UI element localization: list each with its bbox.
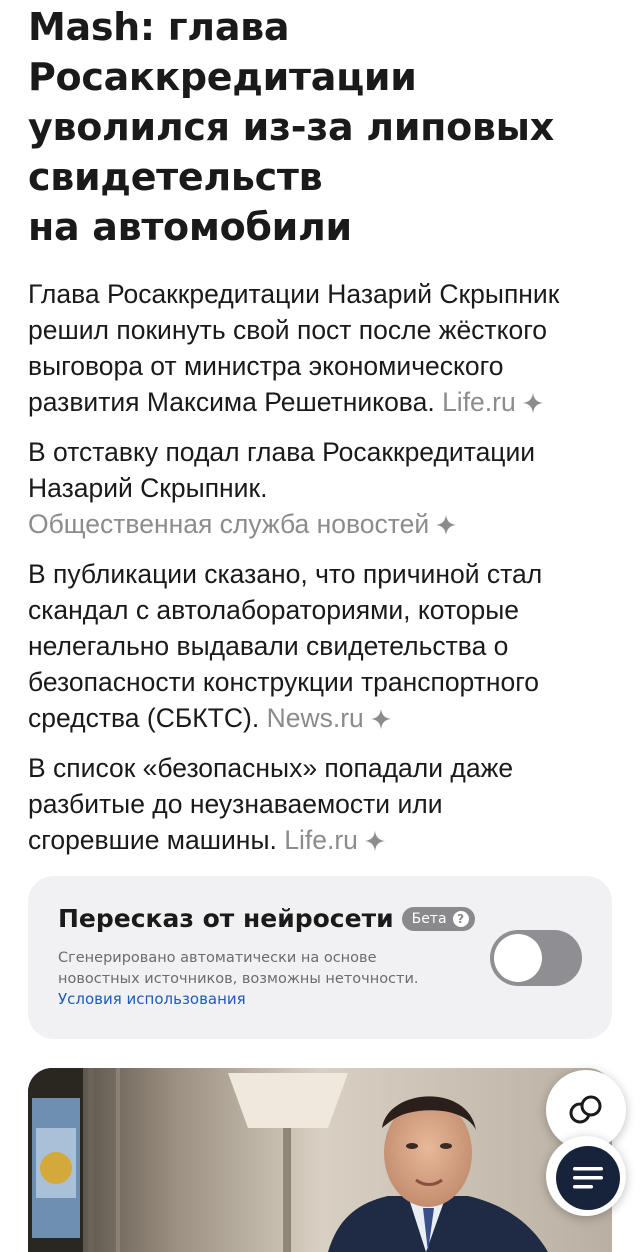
beta-badge[interactable]: Бета ? <box>401 906 475 931</box>
headline-line: Росаккредитации <box>28 55 417 99</box>
source-link[interactable]: Life.ru <box>442 387 544 417</box>
summary-paragraph: Глава Росаккредитации Назарий Скрыпник р… <box>28 276 612 420</box>
article-photo[interactable] <box>28 1068 612 1252</box>
sparkle-icon <box>370 708 391 730</box>
help-icon: ? <box>452 910 469 927</box>
source-link[interactable]: Life.ru <box>284 825 386 855</box>
paragraph-line: Назарий Скрыпник. <box>28 473 268 503</box>
beta-badge-label: Бета <box>411 910 447 927</box>
sparkle-icon <box>436 514 457 536</box>
headline-line: на автомобили <box>28 205 352 249</box>
paragraph-line: безопасности конструкции транспортного <box>28 667 540 697</box>
summary-paragraph: В отставку подал глава Росаккредитации Н… <box>28 434 612 542</box>
article-headline: Mash: глава Росаккредитации уволился из-… <box>0 0 640 252</box>
headline-line: уволился из-за липовых <box>28 105 554 149</box>
article-page: Mash: глава Росаккредитации уволился из-… <box>0 0 640 1252</box>
paragraph-line: скандал с автолабораториями, которые <box>28 595 520 625</box>
ai-disclaimer: Сгенерировано автоматически на основе но… <box>58 948 488 990</box>
menu-button[interactable] <box>556 1146 620 1210</box>
toggle-knob <box>494 934 542 982</box>
ai-retelling-toggle[interactable] <box>490 930 582 986</box>
paragraph-line: В отставку подал глава Росаккредитации <box>28 437 536 467</box>
source-link[interactable]: Общественная служба новостей <box>28 506 612 542</box>
paragraph-line: выговора от министра экономического <box>28 351 504 381</box>
paragraph-line: Глава Росаккредитации Назарий Скрыпник <box>28 279 560 309</box>
sparkle-icon <box>522 392 543 414</box>
disclaimer-line: Сгенерировано автоматически на основе <box>58 950 377 966</box>
headline-line: Mash: глава <box>28 5 290 49</box>
overlapping-circles-icon <box>569 1095 602 1124</box>
terms-of-use-link[interactable]: Условия использования <box>58 990 246 1008</box>
paragraph-line: решил покинуть свой пост после жёсткого <box>28 315 548 345</box>
paragraph-line: В публикации сказано, что причиной стал <box>28 559 543 589</box>
ai-retelling-card: Пересказ от нейросети Бета ? Сгенерирова… <box>28 876 612 1039</box>
article-photo-image <box>28 1068 612 1252</box>
summary-paragraph: В публикации сказано, что причиной стал … <box>28 556 612 736</box>
paragraph-line: средства (СБКТС). News.ru <box>28 700 612 736</box>
paragraph-line: развития Максима Решетникова. Life.ru <box>28 384 612 420</box>
ai-retelling-header: Пересказ от нейросети Бета ? <box>58 904 475 933</box>
hamburger-menu-icon <box>573 1167 603 1189</box>
paragraph-line: нелегально выдавали свидетельства о <box>28 631 509 661</box>
summary-paragraph: В список «безопасных» попадали даже разб… <box>28 750 612 858</box>
news-summary: Глава Росаккредитации Назарий Скрыпник р… <box>0 252 640 858</box>
paragraph-line: сгоревшие машины. Life.ru <box>28 822 612 858</box>
paragraph-line: разбитые до неузнаваемости или <box>28 789 443 819</box>
source-link[interactable]: News.ru <box>267 703 392 733</box>
sparkle-icon <box>364 830 385 852</box>
disclaimer-line: новостных источников, возможны неточност… <box>58 971 419 987</box>
headline-line: свидетельств <box>28 155 323 199</box>
paragraph-line: В список «безопасных» попадали даже <box>28 753 514 783</box>
ai-retelling-title: Пересказ от нейросети <box>58 904 394 933</box>
